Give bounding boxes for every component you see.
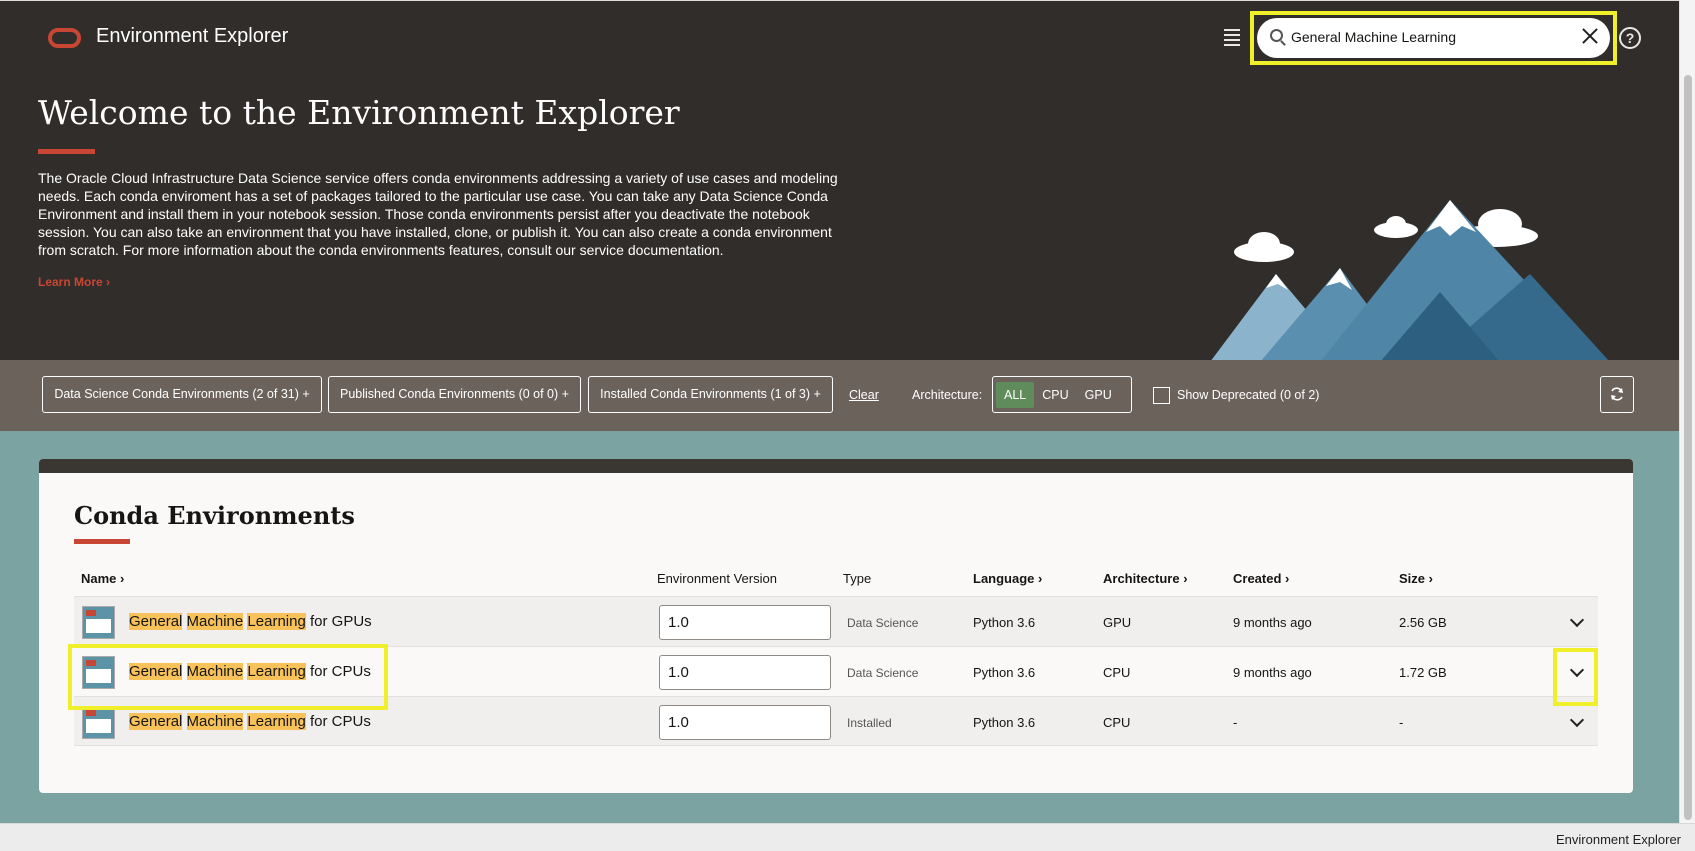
type-cell: Data Science — [847, 666, 919, 680]
table-row[interactable]: General Machine Learning for GPUs Data S… — [74, 596, 1598, 646]
mountain-illustration — [1210, 200, 1610, 362]
arch-option-all[interactable]: ALL — [996, 381, 1035, 408]
card-title: Conda Environments — [74, 501, 355, 530]
col-header-size[interactable]: Size › — [1399, 571, 1433, 586]
chevron-right-icon: › — [106, 275, 111, 289]
architecture-toggle: ALL CPU GPU — [992, 376, 1132, 413]
plus-icon: + — [302, 387, 310, 401]
col-header-name[interactable]: Name › — [81, 571, 124, 586]
filter-installed-button[interactable]: Installed Conda Environments (1 of 3) + — [588, 376, 833, 413]
env-name[interactable]: General Machine Learning for CPUs — [129, 663, 371, 680]
type-cell: Installed — [847, 716, 892, 730]
env-cpu-icon — [82, 706, 115, 739]
chevron-down-icon[interactable] — [1569, 612, 1585, 628]
type-cell: Data Science — [847, 616, 919, 630]
version-input[interactable] — [659, 605, 831, 640]
clear-filters-link[interactable]: Clear — [849, 388, 879, 402]
created-cell: 9 months ago — [1233, 665, 1312, 680]
status-bar: Environment Explorer — [0, 823, 1695, 851]
col-header-language[interactable]: Language › — [973, 571, 1042, 586]
filter-published-button[interactable]: Published Conda Environments (0 of 0) + — [328, 376, 581, 413]
hero-description: The Oracle Cloud Infrastructure Data Sci… — [38, 170, 838, 258]
search-box — [1257, 18, 1610, 58]
card-decor-band — [39, 459, 1633, 473]
arch-option-cpu[interactable]: CPU — [1034, 382, 1076, 408]
search-icon — [1270, 29, 1283, 42]
filter-data-science-label: Data Science Conda Environments (2 of 31… — [54, 387, 299, 401]
created-cell: - — [1233, 715, 1238, 730]
filter-bar: Data Science Conda Environments (2 of 31… — [0, 360, 1679, 431]
show-deprecated-checkbox[interactable] — [1153, 387, 1170, 404]
language-cell: Python 3.6 — [973, 665, 1036, 680]
size-cell: 2.56 GB — [1399, 615, 1447, 630]
filter-data-science-button[interactable]: Data Science Conda Environments (2 of 31… — [42, 376, 322, 413]
plus-icon: + — [561, 387, 569, 401]
hero-title: Welcome to the Environment Explorer — [38, 93, 680, 132]
clear-icon[interactable] — [1580, 26, 1600, 46]
chevron-down-icon[interactable] — [1569, 662, 1585, 678]
architecture-cell: GPU — [1103, 615, 1132, 630]
refresh-button[interactable] — [1600, 376, 1634, 413]
col-header-version: Environment Version — [657, 571, 777, 586]
architecture-cell: CPU — [1103, 715, 1131, 730]
created-cell: 9 months ago — [1233, 615, 1312, 630]
version-input[interactable] — [659, 705, 831, 740]
scrollbar-thumb[interactable] — [1684, 75, 1692, 820]
learn-more-label: Learn More — [38, 275, 103, 289]
architecture-label: Architecture: — [912, 388, 983, 402]
env-gpu-icon — [82, 606, 115, 639]
chevron-down-icon[interactable] — [1569, 712, 1585, 728]
title-underline — [38, 149, 95, 154]
filter-published-label: Published Conda Environments (0 of 0) — [340, 387, 559, 401]
col-header-created[interactable]: Created › — [1233, 571, 1289, 586]
refresh-icon — [1611, 387, 1623, 401]
filter-installed-label: Installed Conda Environments (1 of 3) — [600, 387, 811, 401]
language-cell: Python 3.6 — [973, 715, 1036, 730]
env-cpu-icon — [82, 656, 115, 689]
help-icon[interactable]: ? — [1619, 27, 1641, 49]
col-header-architecture[interactable]: Architecture › — [1103, 571, 1188, 586]
env-name[interactable]: General Machine Learning for CPUs — [129, 713, 371, 730]
main-content: Conda Environments Name › Environment Ve… — [0, 431, 1679, 823]
environments-card: Conda Environments Name › Environment Ve… — [39, 459, 1633, 793]
plus-icon: + — [813, 387, 821, 401]
table-row[interactable]: General Machine Learning for CPUs Instal… — [74, 696, 1598, 746]
vertical-scrollbar[interactable] — [1679, 0, 1695, 823]
table-row[interactable]: General Machine Learning for CPUs Data S… — [74, 646, 1598, 696]
architecture-cell: CPU — [1103, 665, 1131, 680]
list-icon[interactable] — [1224, 29, 1240, 47]
version-input[interactable] — [659, 655, 831, 690]
title-underline — [74, 539, 130, 544]
arch-option-gpu[interactable]: GPU — [1077, 382, 1120, 408]
env-name[interactable]: General Machine Learning for GPUs — [129, 613, 372, 630]
size-cell: - — [1399, 715, 1404, 730]
oracle-logo — [48, 28, 81, 48]
app-title: Environment Explorer — [96, 25, 289, 47]
size-cell: 1.72 GB — [1399, 665, 1447, 680]
learn-more-link[interactable]: Learn More › — [38, 275, 110, 289]
language-cell: Python 3.6 — [973, 615, 1036, 630]
search-input[interactable] — [1291, 21, 1591, 53]
hero-banner: Environment Explorer ? Welcome to the En… — [0, 0, 1679, 362]
search-highlight-box — [1250, 11, 1617, 65]
show-deprecated-label: Show Deprecated (0 of 2) — [1177, 388, 1320, 402]
col-header-type: Type — [843, 571, 872, 586]
status-bar-title: Environment Explorer — [1556, 832, 1681, 847]
